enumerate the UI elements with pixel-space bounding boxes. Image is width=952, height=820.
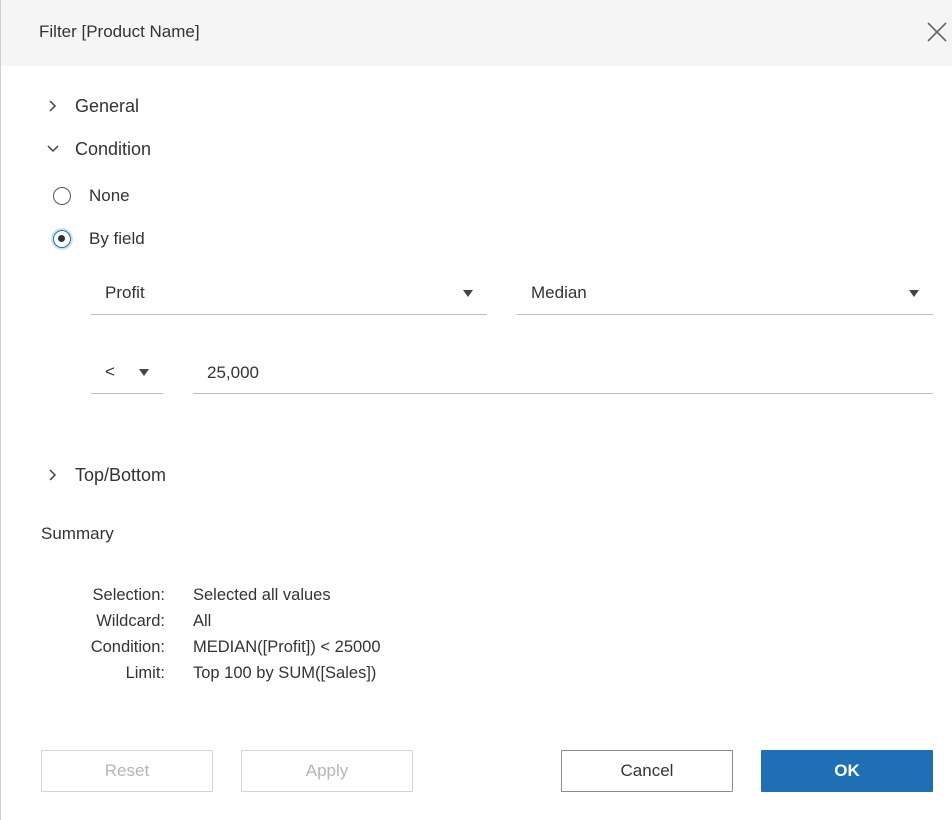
summary-row: Selection: Selected all values (41, 582, 641, 608)
radio-by-field[interactable] (53, 230, 71, 248)
radio-none-label: None (89, 186, 130, 205)
filter-dialog: Filter [Product Name] General Condition … (0, 0, 952, 820)
caret-down-icon (139, 369, 149, 376)
aggregation-select-value: Median (531, 283, 587, 302)
chevron-down-icon (45, 141, 61, 157)
summary-key: Condition: (90, 638, 165, 656)
field-select[interactable]: Profit (91, 273, 487, 315)
section-condition-label: Condition (75, 138, 152, 159)
section-top-bottom-label: Top/Bottom (75, 464, 167, 485)
close-icon (925, 20, 949, 44)
condition-value-input[interactable] (193, 352, 933, 394)
caret-down-icon (463, 290, 473, 297)
apply-button[interactable]: Apply (241, 750, 413, 792)
section-top-bottom-toggle[interactable]: Top/Bottom (45, 462, 166, 488)
operator-select-value: < (105, 362, 115, 381)
field-select-value: Profit (105, 283, 145, 302)
dialog-titlebar: Filter [Product Name] (1, 0, 952, 66)
summary-row: Limit: Top 100 by SUM([Sales]) (41, 660, 641, 686)
section-general-toggle[interactable]: General (45, 93, 139, 119)
summary-value: Top 100 by SUM([Sales]) (193, 664, 377, 682)
close-button[interactable] (925, 20, 949, 44)
summary-heading: Summary (41, 524, 114, 543)
summary-value: MEDIAN([Profit]) < 25000 (193, 638, 381, 656)
summary-table: Selection: Selected all values Wildcard:… (41, 582, 641, 686)
section-general-label: General (75, 95, 140, 116)
summary-row: Wildcard: All (41, 608, 641, 634)
chevron-right-icon (45, 98, 61, 114)
summary-value: All (193, 612, 212, 630)
cancel-button[interactable]: Cancel (561, 750, 733, 792)
radio-by-field-label: By field (89, 229, 145, 248)
radio-none[interactable] (53, 187, 71, 205)
radio-by-field-row[interactable]: By field (53, 226, 145, 252)
section-condition-toggle[interactable]: Condition (45, 136, 151, 162)
summary-row: Condition: MEDIAN([Profit]) < 25000 (41, 634, 641, 660)
caret-down-icon (909, 290, 919, 297)
reset-button[interactable]: Reset (41, 750, 213, 792)
summary-key: Wildcard: (96, 612, 165, 630)
summary-key: Selection: (92, 586, 165, 604)
ok-button[interactable]: OK (761, 750, 933, 792)
summary-key: Limit: (125, 664, 165, 682)
radio-none-row[interactable]: None (53, 183, 130, 209)
dialog-title: Filter [Product Name] (39, 22, 200, 41)
chevron-right-icon (45, 467, 61, 483)
summary-value: Selected all values (193, 586, 331, 604)
aggregation-select[interactable]: Median (517, 273, 933, 315)
operator-select[interactable]: < (91, 352, 163, 394)
